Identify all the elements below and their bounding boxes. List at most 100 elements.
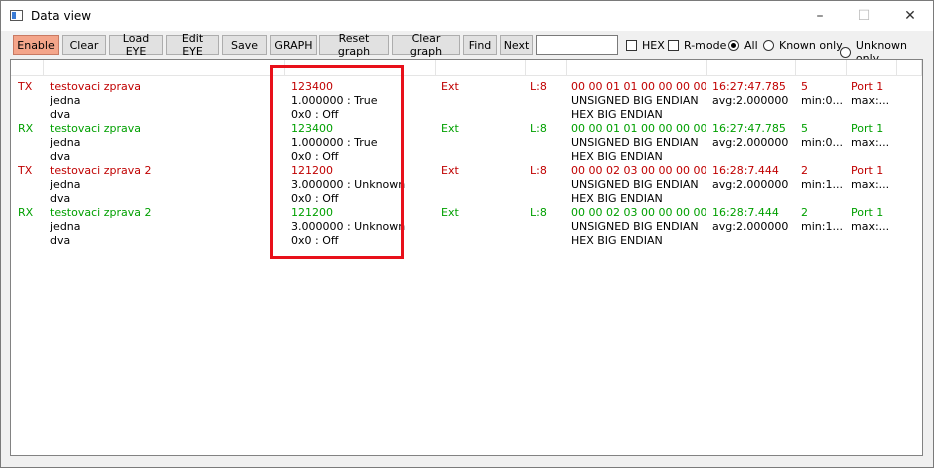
cell-port: Port 1 — [851, 164, 884, 177]
cell-port: max:... — [851, 178, 890, 191]
clear-button[interactable]: Clear — [62, 35, 106, 55]
header-col-time[interactable] — [707, 60, 796, 75]
graph-button[interactable]: GRAPH — [270, 35, 317, 55]
list-row[interactable]: RX testovaci zprava 123400 Ext L:8 00 00 01 0… — [11, 122, 922, 136]
cell-data: 00 00 01 01 00 00 00 00 — [571, 122, 706, 135]
cell-type: Ext — [441, 206, 459, 219]
title-bar[interactable]: Data view – ☐ ✕ — [1, 1, 933, 31]
list-row[interactable]: RX testovaci zprava 2 121200 Ext L:8 00 00 02… — [11, 206, 922, 220]
filter-unknown-radio-dot[interactable] — [840, 46, 851, 58]
edit-eye-button[interactable]: Edit EYE — [166, 32, 219, 58]
filter-all-radio-dot[interactable] — [728, 40, 739, 51]
header-col-len[interactable] — [526, 60, 567, 75]
data-view-window: Data view – ☐ ✕ Enable Clear Load EYE Ed… — [0, 0, 934, 468]
cell-dir: TX — [18, 164, 33, 177]
filter-all-radio[interactable]: All — [728, 39, 758, 52]
list-row[interactable]: dva 0x0 : Off HEX BIG ENDIAN — [11, 234, 922, 248]
cell-name: testovaci zprava — [50, 122, 141, 135]
header-col-count[interactable] — [796, 60, 847, 75]
cell-count: 5 — [801, 122, 808, 135]
cell-name: testovaci zprava 2 — [50, 206, 152, 219]
list-row[interactable]: jedna 1.000000 : True UNSIGNED BIG ENDIAN a… — [11, 94, 922, 108]
cell-name: dva — [50, 234, 71, 247]
cell-count: min:1... — [801, 220, 843, 233]
cell-time: 16:28:7.444 — [712, 164, 779, 177]
cell-len: L:8 — [530, 122, 547, 135]
next-button[interactable]: Next — [500, 35, 533, 55]
list-row[interactable]: dva 0x0 : Off HEX BIG ENDIAN — [11, 192, 922, 206]
message-list[interactable]: TX testovaci zprava 123400 Ext L:8 00 00 01 0… — [10, 59, 923, 456]
cell-time: 16:28:7.444 — [712, 206, 779, 219]
cell-dir: TX — [18, 80, 33, 93]
cell-len: L:8 — [530, 206, 547, 219]
rmode-checkbox-box[interactable] — [668, 40, 679, 51]
search-input[interactable] — [536, 35, 618, 55]
hex-label: HEX — [642, 39, 665, 52]
clear-graph-button[interactable]: Clear graph — [392, 32, 460, 58]
cell-data: UNSIGNED BIG ENDIAN — [571, 136, 699, 149]
cell-count: min:0... — [801, 136, 843, 149]
list-row[interactable]: jedna 1.000000 : True UNSIGNED BIG ENDIAN a… — [11, 136, 922, 150]
maximize-button[interactable]: ☐ — [841, 1, 887, 31]
cell-dir: RX — [18, 206, 34, 219]
cell-port: Port 1 — [851, 80, 884, 93]
enable-button[interactable]: Enable — [13, 35, 59, 55]
cell-data: 00 00 01 01 00 00 00 00 — [571, 80, 706, 93]
cell-port: Port 1 — [851, 122, 884, 135]
list-row[interactable]: TX testovaci zprava 123400 Ext L:8 00 00 01 0… — [11, 80, 922, 94]
cell-type: Ext — [441, 164, 459, 177]
window-title: Data view — [31, 9, 92, 23]
cell-port: Port 1 — [851, 206, 884, 219]
app-icon — [10, 10, 23, 21]
filter-known-radio[interactable]: Known only — [763, 39, 843, 52]
hex-checkbox-box[interactable] — [626, 40, 637, 51]
cell-data: HEX BIG ENDIAN — [571, 192, 663, 205]
cell-time: avg:2.000000 — [712, 94, 789, 107]
load-eye-button[interactable]: Load EYE — [109, 32, 163, 58]
header-col-extra[interactable] — [897, 60, 922, 75]
save-button[interactable]: Save — [222, 35, 267, 55]
close-button[interactable]: ✕ — [887, 1, 933, 31]
cell-dir: RX — [18, 122, 34, 135]
hex-checkbox[interactable]: HEX — [626, 39, 665, 52]
cell-type: Ext — [441, 80, 459, 93]
cell-data: 00 00 02 03 00 00 00 00 — [571, 164, 706, 177]
header-col-type[interactable] — [436, 60, 526, 75]
list-row[interactable]: jedna 3.000000 : Unknown UNSIGNED BIG ENDI… — [11, 178, 922, 192]
cell-port: max:... — [851, 220, 890, 233]
cell-time: 16:27:47.785 — [712, 80, 786, 93]
find-button[interactable]: Find — [463, 35, 497, 55]
cell-count: 2 — [801, 164, 808, 177]
cell-data: UNSIGNED BIG ENDIAN — [571, 178, 699, 191]
minimize-button[interactable]: – — [797, 1, 843, 31]
list-row[interactable]: TX testovaci zprava 2 121200 Ext L:8 00 00 02… — [11, 164, 922, 178]
list-row[interactable]: jedna 3.000000 : Unknown UNSIGNED BIG ENDI… — [11, 220, 922, 234]
header-col-dir[interactable] — [11, 60, 44, 75]
cell-port: max:... — [851, 136, 890, 149]
cell-name: jedna — [50, 94, 81, 107]
rmode-checkbox[interactable]: R-mode — [668, 39, 726, 52]
cell-name: dva — [50, 192, 71, 205]
header-col-data[interactable] — [567, 60, 707, 75]
cell-data: HEX BIG ENDIAN — [571, 108, 663, 121]
cell-count: 5 — [801, 80, 808, 93]
reset-graph-button[interactable]: Reset graph — [319, 32, 389, 58]
cell-time: avg:2.000000 — [712, 220, 789, 233]
list-header — [11, 60, 922, 76]
header-col-port[interactable] — [847, 60, 897, 75]
list-row[interactable]: dva 0x0 : Off HEX BIG ENDIAN — [11, 108, 922, 122]
cell-count: 2 — [801, 206, 808, 219]
filter-known-label: Known only — [779, 39, 843, 52]
header-col-name[interactable] — [44, 60, 285, 75]
cell-name: jedna — [50, 178, 81, 191]
cell-data: 00 00 02 03 00 00 00 00 — [571, 206, 706, 219]
cell-data: UNSIGNED BIG ENDIAN — [571, 94, 699, 107]
cell-name: jedna — [50, 220, 81, 233]
cell-len: L:8 — [530, 164, 547, 177]
filter-known-radio-dot[interactable] — [763, 40, 774, 51]
list-row[interactable]: dva 0x0 : Off HEX BIG ENDIAN — [11, 150, 922, 164]
cell-time: avg:2.000000 — [712, 178, 789, 191]
cell-name: dva — [50, 108, 71, 121]
cell-name: testovaci zprava 2 — [50, 164, 152, 177]
cell-data: HEX BIG ENDIAN — [571, 234, 663, 247]
